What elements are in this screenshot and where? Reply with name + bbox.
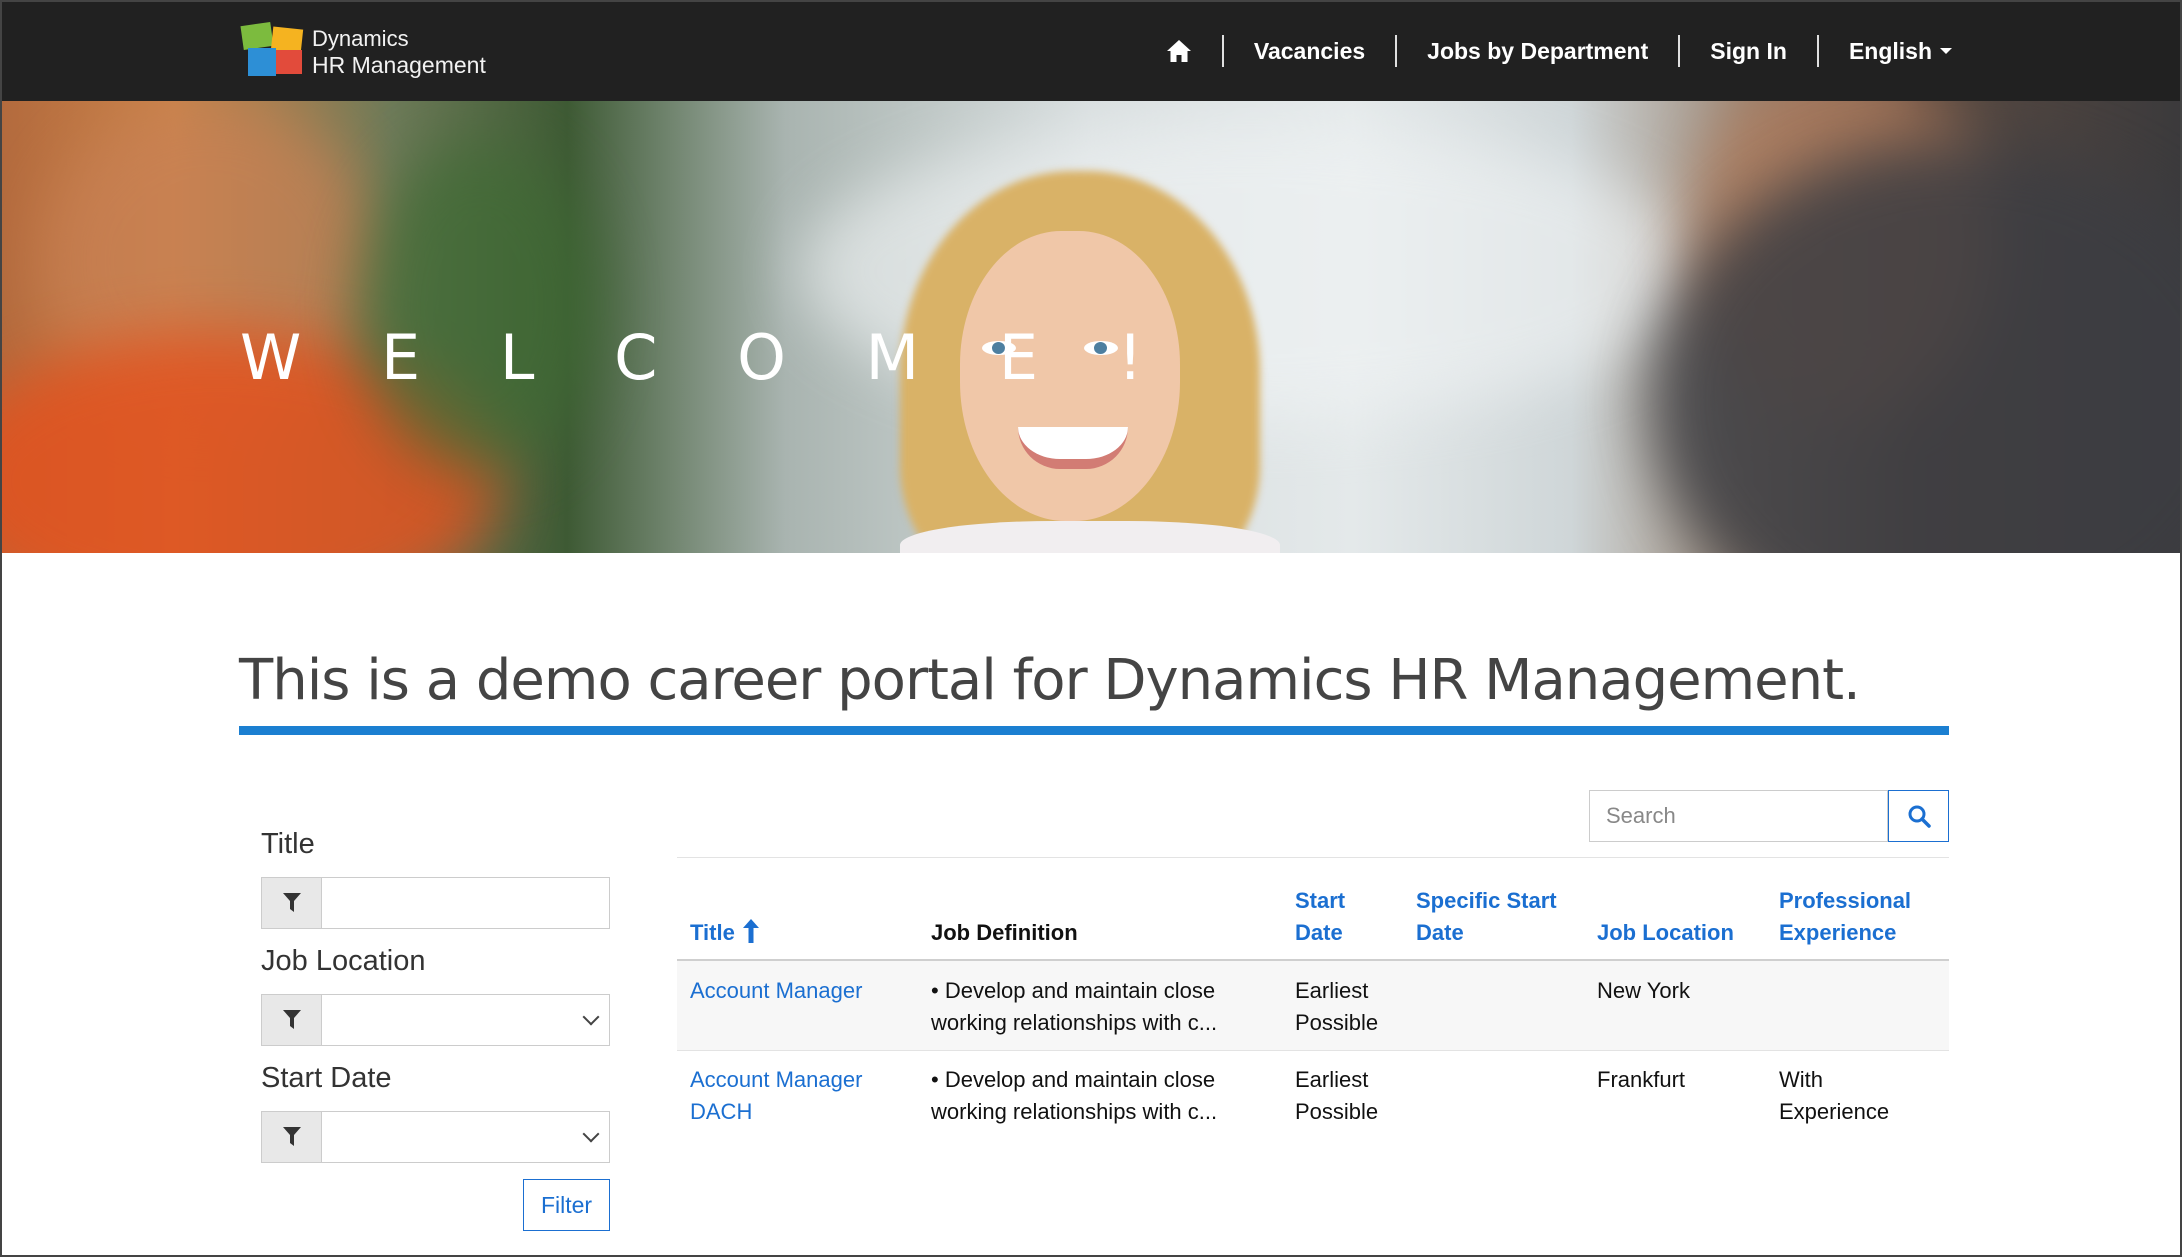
language-dropdown[interactable]: English — [1819, 35, 1952, 67]
filter-location-label: Job Location — [261, 945, 426, 977]
sort-ascending-icon — [742, 919, 759, 943]
chevron-down-icon — [582, 1125, 600, 1143]
logo-icon — [240, 22, 306, 82]
language-label: English — [1848, 37, 1932, 64]
nav-vacancies[interactable]: Vacancies — [1224, 35, 1398, 67]
filter-start-date-field — [261, 1111, 610, 1163]
col-header-experience-l1: Professional — [1779, 888, 1912, 913]
row-job-definition: • Develop and maintain close working rel… — [931, 975, 1217, 1039]
col-header-specific-l1: Specific Start — [1416, 888, 1557, 913]
brand-name: Dynamics HR Management — [312, 26, 486, 78]
filter-title-input[interactable] — [322, 878, 609, 928]
col-header-professional-experience[interactable]: Professional Experience — [1779, 885, 1911, 949]
col-header-specific-l2: Date — [1416, 920, 1464, 945]
row-experience-l2: Experience — [1779, 1099, 1890, 1124]
search-button[interactable] — [1888, 790, 1949, 842]
row-start-date-l1: Earliest — [1295, 978, 1369, 1003]
row-start-date-l2: Possible — [1295, 1010, 1379, 1035]
col-header-start-date-l2: Date — [1295, 920, 1343, 945]
row-job-definition-l2: working relationships with c... — [931, 1010, 1218, 1035]
col-header-job-location[interactable]: Job Location — [1597, 917, 1734, 949]
filter-location-field — [261, 994, 610, 1046]
filter-title-button[interactable] — [262, 878, 322, 928]
filter-title-label: Title — [261, 828, 315, 860]
col-header-title-label: Title — [690, 920, 735, 945]
filter-start-date-button[interactable] — [262, 1112, 322, 1162]
row-start-date: Earliest Possible — [1295, 975, 1378, 1039]
col-header-experience-l2: Experience — [1779, 920, 1897, 945]
row-title-l2: DACH — [690, 1099, 753, 1124]
row-job-location: Frankfurt — [1597, 1067, 1686, 1092]
nav-sign-in[interactable]: Sign In — [1680, 35, 1819, 67]
title-underline — [239, 726, 1949, 735]
hero-person-shirt — [900, 521, 1280, 553]
col-header-job-definition: Job Definition — [931, 920, 1078, 945]
funnel-icon — [282, 1010, 301, 1029]
search-bar: Search — [1589, 790, 1949, 842]
table-top-border — [677, 857, 1949, 858]
home-icon — [1166, 40, 1191, 62]
row-start-date-l2: Possible — [1295, 1099, 1379, 1124]
row-job-definition: • Develop and maintain close working rel… — [931, 1064, 1217, 1128]
filter-location-select[interactable] — [322, 995, 609, 1045]
row-start-date: Earliest Possible — [1295, 1064, 1378, 1128]
hero-banner: W E L C O M E ! — [0, 101, 2182, 553]
row-start-date-l1: Earliest — [1295, 1067, 1369, 1092]
row-experience: With Experience — [1779, 1064, 1889, 1128]
funnel-icon — [282, 893, 301, 912]
brand-logo[interactable]: Dynamics HR Management — [240, 22, 486, 82]
row-title-l1: Account Manager — [690, 1067, 863, 1092]
row-title-link[interactable]: Account Manager — [690, 975, 862, 1007]
main-nav: Vacancies Jobs by Department Sign In Eng… — [1136, 26, 1952, 76]
filter-title-field — [261, 877, 610, 929]
row-job-definition-l2: working relationships with c... — [931, 1099, 1218, 1124]
caret-down-icon — [1940, 48, 1952, 54]
filter-button[interactable]: Filter — [523, 1179, 610, 1231]
filter-location-button[interactable] — [262, 995, 322, 1045]
row-job-location: New York — [1597, 978, 1690, 1003]
top-navbar: Dynamics HR Management Vacancies Jobs by… — [0, 0, 2182, 101]
table-row: Account Manager DACH • Develop and maint… — [677, 1051, 1949, 1141]
filter-start-date-label: Start Date — [261, 1062, 392, 1094]
chevron-down-icon — [582, 1008, 600, 1026]
nav-home[interactable] — [1136, 35, 1224, 67]
filter-start-date-select[interactable] — [322, 1112, 609, 1162]
table-row: Account Manager • Develop and maintain c… — [677, 961, 1949, 1051]
col-header-specific-start-date[interactable]: Specific Start Date — [1416, 885, 1557, 949]
page-title: This is a demo career portal for Dynamic… — [239, 648, 1861, 713]
col-header-title[interactable]: Title — [690, 917, 759, 949]
hero-welcome-text: W E L C O M E ! — [240, 321, 1173, 394]
row-job-definition-l1: • Develop and maintain close — [931, 1067, 1216, 1092]
funnel-icon — [282, 1127, 301, 1146]
brand-line-1: Dynamics — [312, 26, 409, 51]
col-header-start-date-l1: Start — [1295, 888, 1346, 913]
row-experience-l1: With — [1779, 1067, 1823, 1092]
col-header-start-date[interactable]: Start Date — [1295, 885, 1345, 949]
nav-jobs-by-department[interactable]: Jobs by Department — [1397, 35, 1681, 67]
search-input[interactable]: Search — [1589, 790, 1888, 842]
row-job-definition-l1: • Develop and maintain close — [931, 978, 1216, 1003]
brand-line-2: HR Management — [312, 52, 486, 78]
row-title-link[interactable]: Account Manager DACH — [690, 1064, 862, 1128]
search-icon — [1908, 805, 1931, 828]
